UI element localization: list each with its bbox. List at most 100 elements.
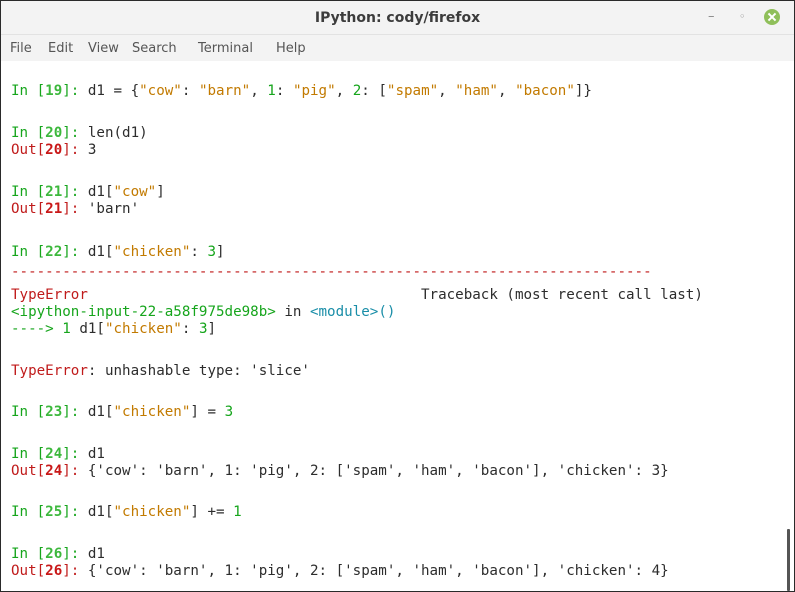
menu-bar: File Edit View Search Terminal Help — [1, 35, 794, 61]
code: : [ — [361, 83, 387, 99]
menu-terminal[interactable]: Terminal — [198, 41, 253, 56]
code: d1[ — [87, 184, 114, 200]
maximize-button[interactable]: ◦ — [739, 9, 746, 25]
traceback-separator: ----------------------------------------… — [11, 264, 652, 280]
string: "bacon" — [515, 83, 575, 99]
traceback-label: Traceback (most recent call last) — [421, 287, 703, 304]
number: 1 — [233, 504, 242, 520]
input-line-22: In [22]: d1["chicken": 3] — [11, 244, 225, 261]
code: : — [181, 321, 199, 337]
prompt-number: 20 — [45, 125, 63, 141]
string: "chicken" — [113, 504, 191, 520]
prompt-number: 22 — [45, 244, 63, 260]
out-prompt: Out[ — [11, 142, 46, 158]
number: 3 — [207, 244, 217, 260]
input-line-23: In [23]: d1["chicken"] = 3 — [11, 404, 233, 421]
traceback-arrow: ----> 1 — [11, 321, 80, 337]
code: : — [181, 83, 199, 99]
terminal-window: IPython: cody/firefox – ◦ File Edit View… — [0, 0, 795, 592]
string: "chicken" — [113, 404, 191, 420]
input-line-20: In [20]: len(d1) — [11, 125, 148, 142]
minimize-button[interactable]: – — [708, 9, 715, 25]
code: ] — [216, 244, 225, 260]
in-prompt: In [ — [11, 446, 46, 462]
traceback-input-name: <ipython-input-22-a58f975de98b> — [11, 304, 276, 320]
code: ] — [156, 184, 165, 200]
prompt-close: ]: — [62, 244, 88, 260]
code: : — [190, 244, 208, 260]
string: "pig" — [292, 83, 336, 99]
menu-edit[interactable]: Edit — [48, 41, 73, 56]
in-prompt: In [ — [11, 125, 46, 141]
code: : — [275, 83, 293, 99]
scrollbar[interactable] — [783, 61, 794, 591]
error-message: TypeError: unhashable type: 'slice' — [11, 363, 310, 380]
code: len(d1) — [87, 125, 148, 141]
prompt-close: ]: — [62, 142, 88, 158]
code: ] — [207, 321, 217, 337]
prompt-close: ]: — [62, 201, 88, 217]
menu-search[interactable]: Search — [132, 41, 177, 56]
input-line-21: In [21]: d1["cow"] — [11, 184, 165, 201]
output-line-26: Out[26]: {'cow': 'barn', 1: 'pig', 2: ['… — [11, 563, 669, 580]
prompt-number: 25 — [45, 504, 63, 520]
close-button[interactable] — [764, 9, 780, 25]
string: "barn" — [198, 83, 251, 99]
input-line-26: In [26]: d1 — [11, 546, 105, 563]
in-prompt: In [ — [11, 546, 46, 562]
error-type: TypeError — [11, 287, 88, 303]
out-prompt: Out[ — [11, 463, 46, 479]
code: d1 — [87, 546, 105, 562]
prompt-number: 21 — [45, 201, 63, 217]
code: d1[ — [87, 504, 114, 520]
output-line-24: Out[24]: {'cow': 'barn', 1: 'pig', 2: ['… — [11, 463, 669, 480]
traceback-header: TypeError — [11, 287, 88, 304]
code: ] += — [190, 504, 234, 520]
traceback-location: <ipython-input-22-a58f975de98b> in <modu… — [11, 304, 395, 321]
code: d1[ — [87, 404, 114, 420]
prompt-number: 26 — [45, 546, 63, 562]
error-text: : unhashable type: 'slice' — [87, 363, 310, 379]
output-value: 3 — [87, 142, 97, 158]
title-bar[interactable]: IPython: cody/firefox – ◦ — [1, 1, 794, 35]
prompt-close: ]: — [62, 563, 88, 579]
number: 2 — [352, 83, 362, 99]
output-value: 'barn' — [87, 201, 140, 217]
string: "ham" — [455, 83, 498, 99]
code: ] = — [190, 404, 225, 420]
code: , — [335, 83, 353, 99]
string: "spam" — [386, 83, 439, 99]
code: , — [438, 83, 456, 99]
menu-help[interactable]: Help — [276, 41, 306, 56]
string: "chicken" — [104, 321, 182, 337]
string: "cow" — [139, 83, 182, 99]
prompt-close: ]: — [62, 125, 88, 141]
prompt-number: 21 — [45, 184, 63, 200]
prompt-number: 23 — [45, 404, 63, 420]
traceback-code-line: ----> 1 d1["chicken": 3] — [11, 321, 216, 338]
scrollbar-thumb[interactable] — [787, 529, 790, 591]
prompt-number: 26 — [45, 563, 63, 579]
prompt-number: 19 — [45, 83, 63, 99]
in-prompt: In [ — [11, 83, 46, 99]
input-line-24: In [24]: d1 — [11, 446, 105, 463]
prompt-close: ]: — [62, 446, 88, 462]
error-type: TypeError — [11, 363, 88, 379]
terminal-output[interactable]: In [19]: d1 = {"cow": "barn", 1: "pig", … — [1, 61, 781, 591]
traceback-text: Traceback (most recent call last) — [421, 287, 703, 303]
in-prompt: In [ — [11, 244, 46, 260]
traceback-parens: () — [378, 304, 396, 320]
input-line-25: In [25]: d1["chicken"] += 1 — [11, 504, 242, 521]
number: 1 — [267, 83, 276, 99]
output-value: {'cow': 'barn', 1: 'pig', 2: ['spam', 'h… — [87, 463, 669, 479]
out-prompt: Out[ — [11, 201, 46, 217]
traceback-in: in — [275, 304, 310, 320]
out-prompt: Out[ — [11, 563, 46, 579]
code: ]} — [574, 83, 592, 99]
menu-file[interactable]: File — [10, 41, 32, 56]
traceback-module: <module> — [309, 304, 379, 320]
code: , — [497, 83, 516, 99]
code: d1 — [87, 446, 105, 462]
menu-view[interactable]: View — [88, 41, 119, 56]
prompt-close: ]: — [62, 404, 88, 420]
